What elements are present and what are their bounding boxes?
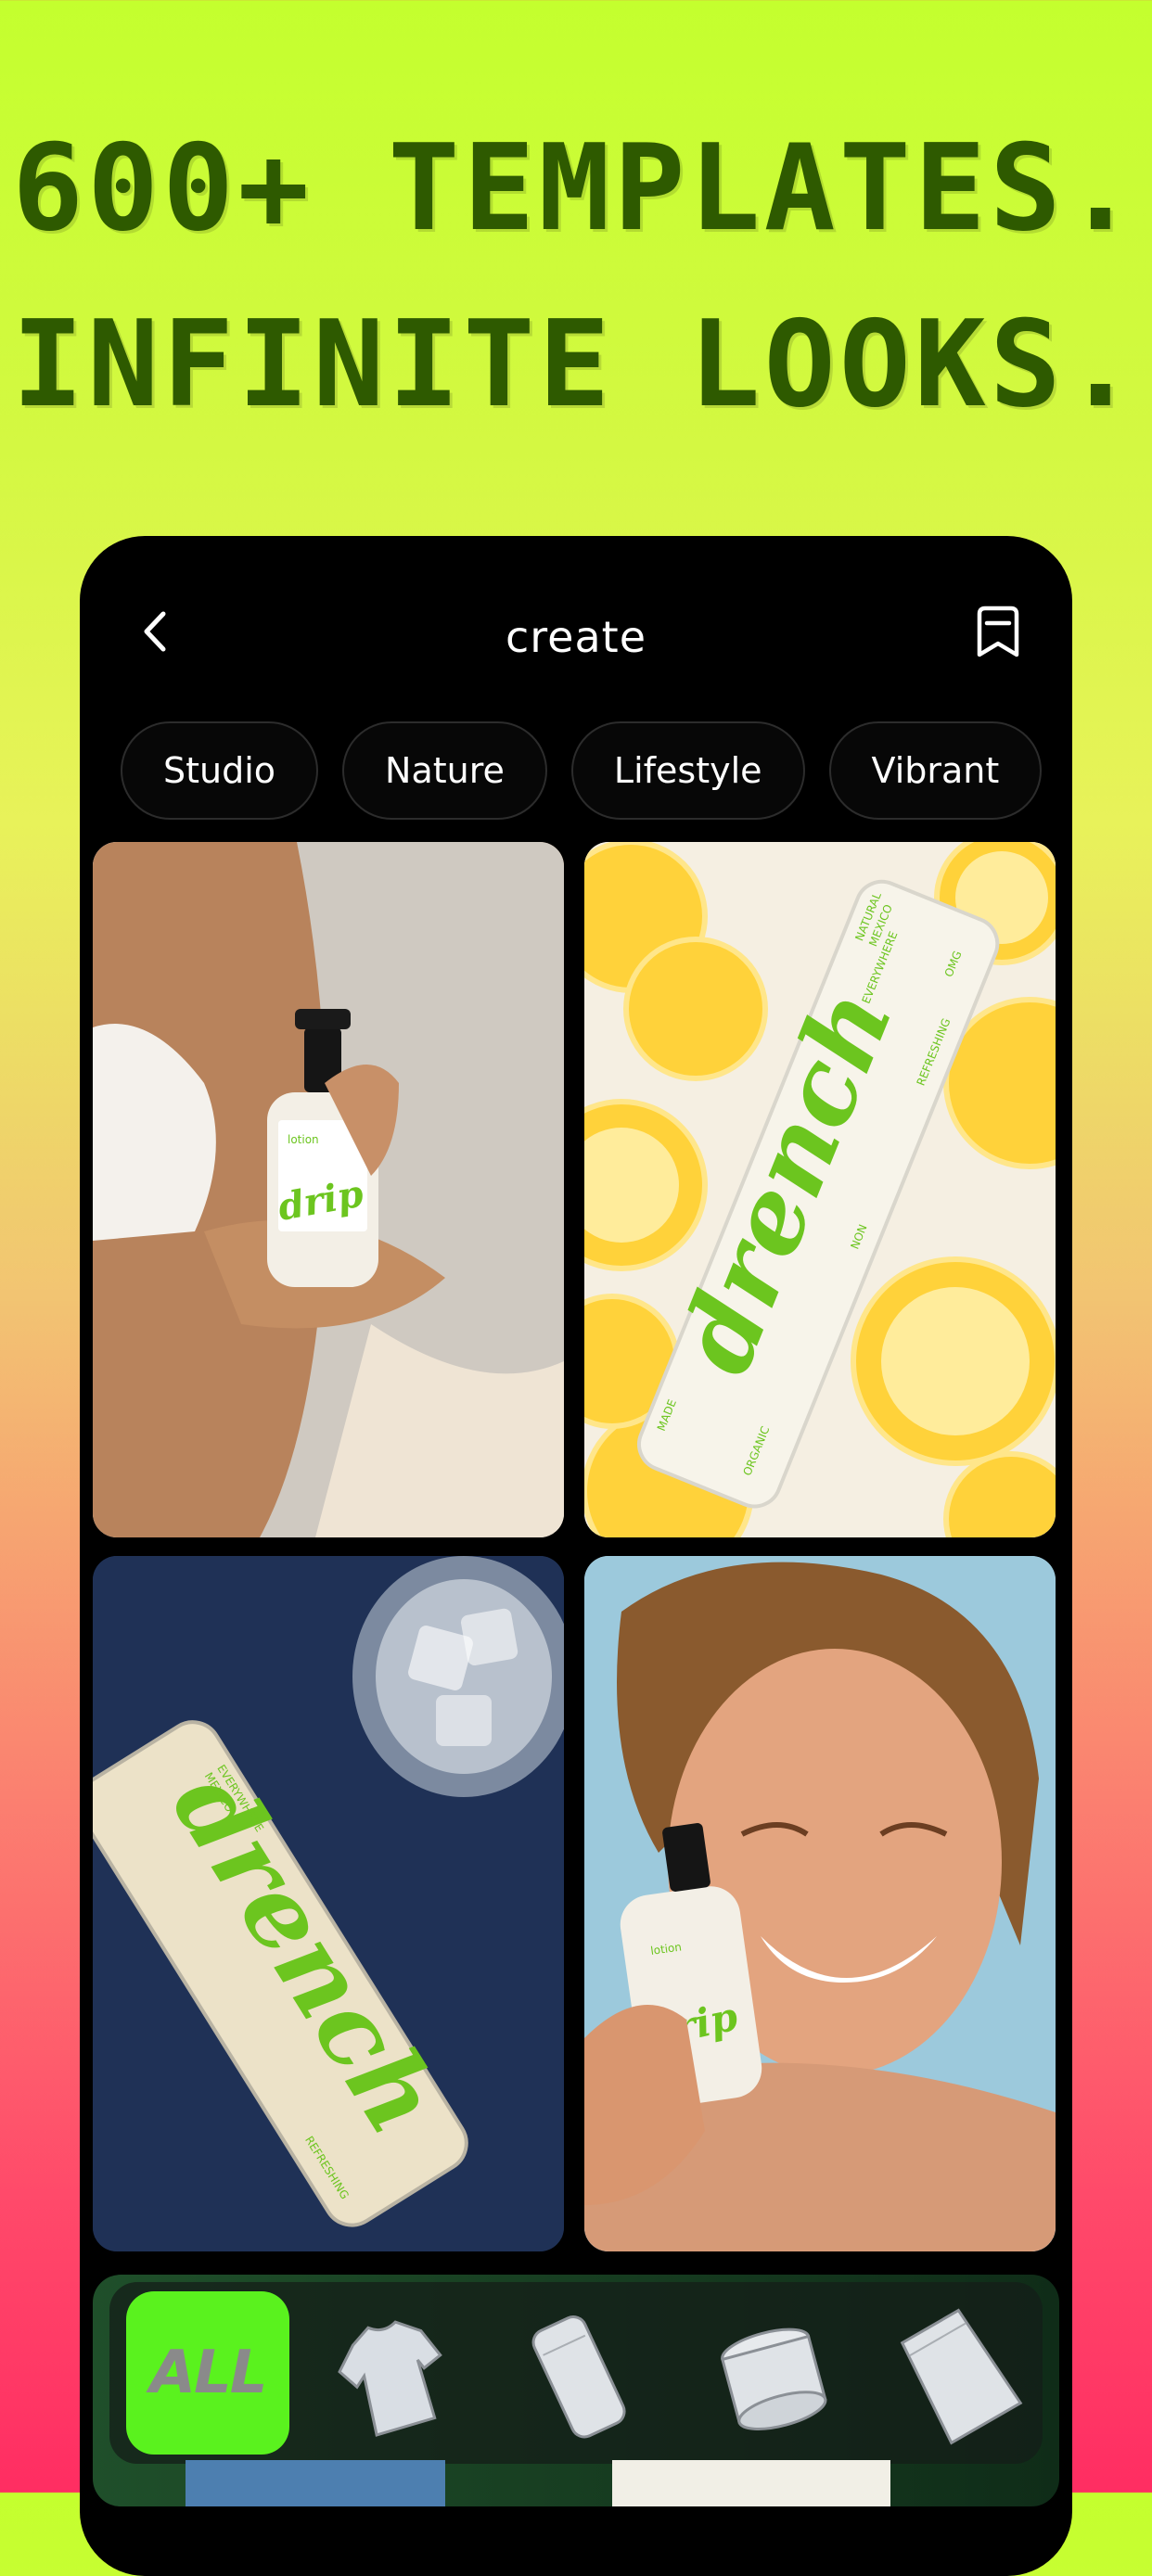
template-image-drench-lemons: drench NATURAL MEXICO EVERYWHERE OMG REF… (584, 842, 1056, 1537)
filter-can-button[interactable] (508, 2301, 647, 2449)
chip-lifestyle[interactable]: Lifestyle (570, 721, 805, 820)
top-bar: create (80, 536, 1072, 721)
filter-tshirt-button[interactable] (323, 2301, 462, 2449)
t-shirt-icon (338, 2320, 442, 2437)
category-chips: Studio Nature Lifestyle Vibrant (121, 721, 1043, 823)
template-image-lotion-beach: drip lotion (93, 842, 564, 1537)
next-row-preview (612, 2460, 890, 2506)
page-title: create (505, 612, 647, 662)
filter-all-button[interactable]: ALL (126, 2291, 289, 2455)
product-filter-bar: ALL (93, 2275, 1059, 2506)
next-row-preview (186, 2460, 445, 2506)
template-tile[interactable]: drip lotion (93, 842, 564, 1537)
lotion-label-text: lotion (288, 1133, 319, 1146)
can-icon (531, 2315, 626, 2439)
chip-studio[interactable]: Studio (121, 721, 319, 820)
filter-strip: ALL (109, 2282, 1043, 2464)
jar-icon (721, 2327, 827, 2430)
chip-nature[interactable]: Nature (342, 721, 547, 820)
template-tile[interactable]: drench NATURAL MEXICO EVERYWHERE OMG REF… (584, 842, 1056, 1537)
template-image-lotion-man: drip lotion (584, 1556, 1056, 2251)
app-screen: create Studio Nature Lifestyle Vibrant d… (80, 536, 1072, 2576)
template-image-drench-navy: drench REFRESHING EVERYWHERE MEXICO (93, 1556, 564, 2251)
template-tile[interactable]: drench REFRESHING EVERYWHERE MEXICO (93, 1556, 564, 2251)
bookmark-button[interactable] (972, 605, 1024, 660)
chip-vibrant[interactable]: Vibrant (828, 721, 1043, 820)
pouch-icon (900, 2308, 1023, 2445)
bookmark-icon (977, 606, 1019, 657)
filter-jar-button[interactable] (703, 2301, 842, 2449)
headline-line-2: INFINITE LOOKS. (12, 296, 1140, 434)
filter-pouch-button[interactable] (889, 2301, 1028, 2449)
headline-line-1: 600+ TEMPLATES. (12, 120, 1140, 258)
template-tile[interactable]: drip lotion (584, 1556, 1056, 2251)
